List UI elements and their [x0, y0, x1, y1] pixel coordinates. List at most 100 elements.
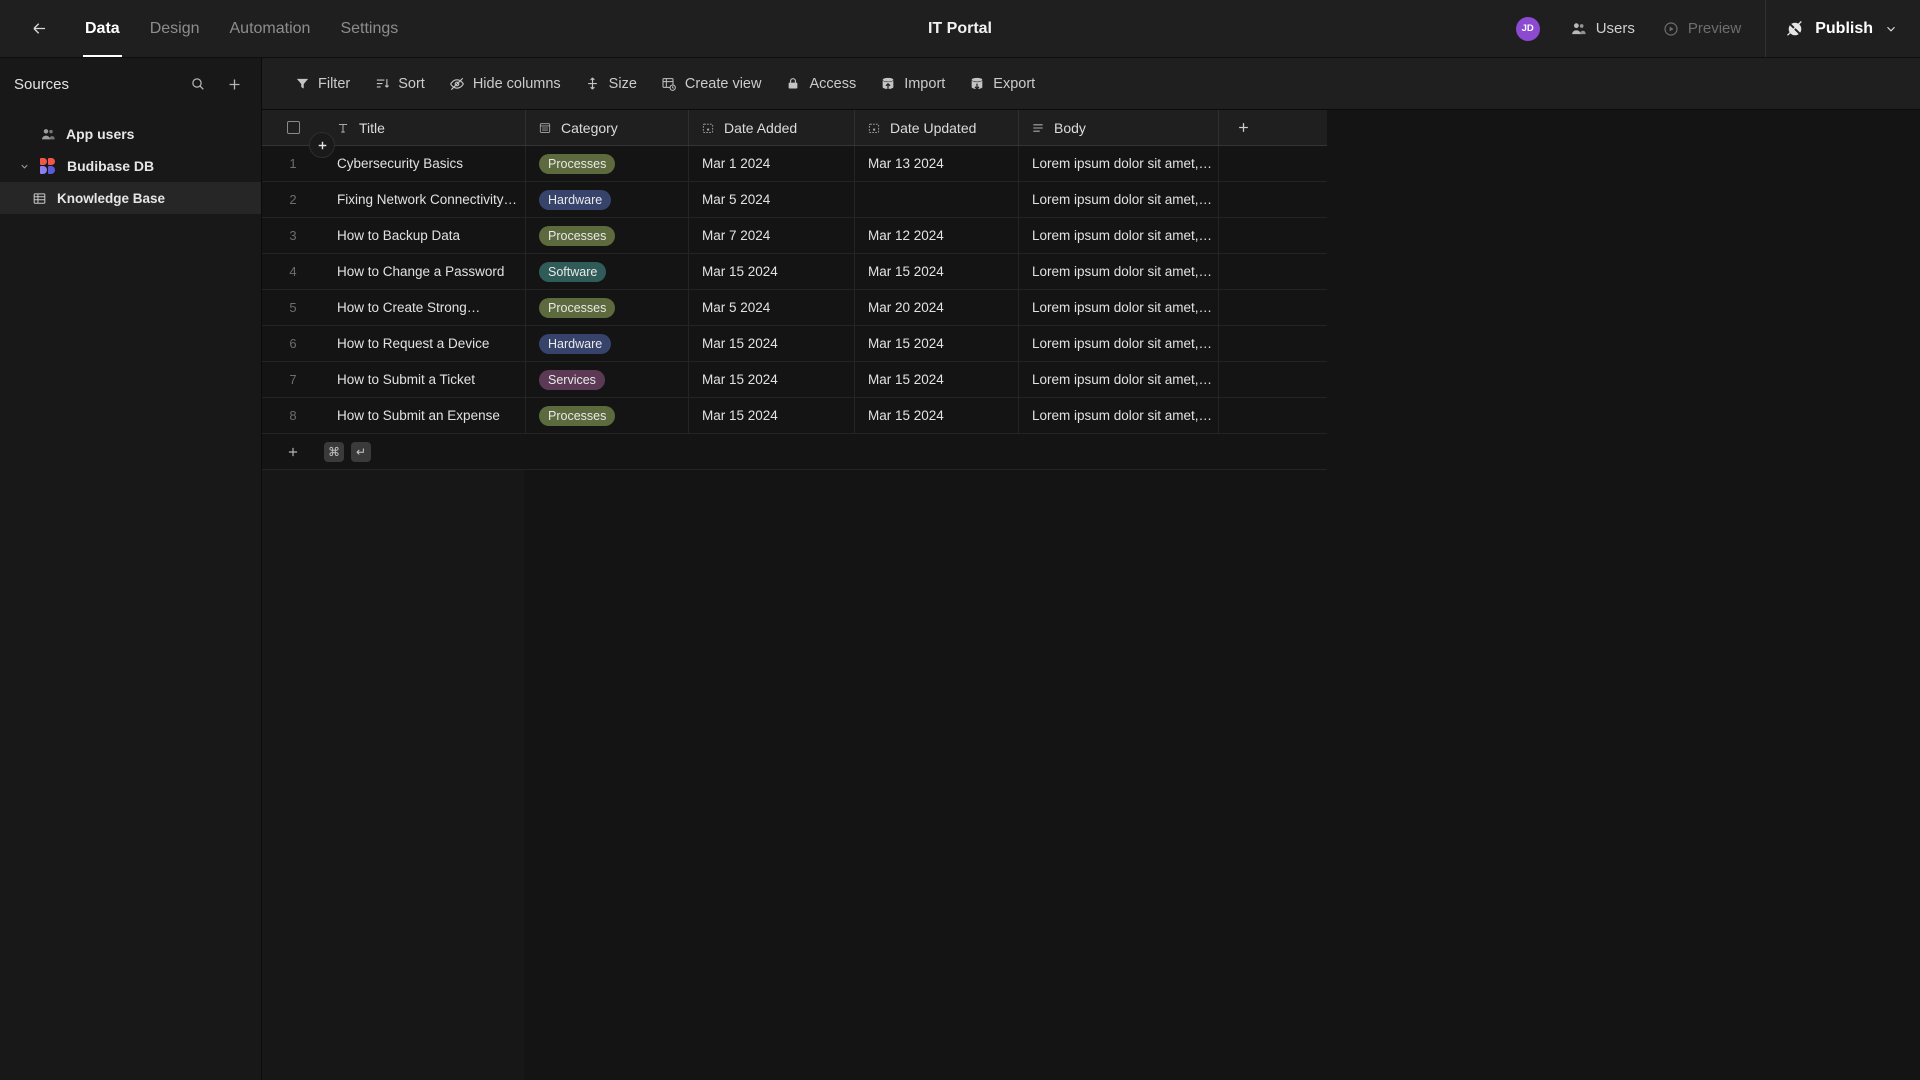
sidebar-item-budibase-db[interactable]: Budibase DB — [0, 150, 261, 182]
column-header-title[interactable]: Title — [324, 110, 526, 145]
column-header-category[interactable]: Category — [526, 110, 689, 145]
cell-title[interactable]: Fixing Network Connectivity… — [324, 182, 526, 217]
cell-date-updated[interactable]: Mar 12 2024 — [855, 218, 1019, 253]
cell-date-updated[interactable]: Mar 15 2024 — [855, 254, 1019, 289]
chevron-down-icon[interactable] — [18, 161, 30, 172]
cell-title[interactable]: How to Create Strong… — [324, 290, 526, 325]
row-number-text: 6 — [289, 336, 296, 351]
cell-category[interactable]: Hardware — [526, 182, 689, 217]
users-label: Users — [1596, 20, 1635, 37]
cell-date-added[interactable]: Mar 5 2024 — [689, 182, 855, 217]
cell-date-added[interactable]: Mar 15 2024 — [689, 254, 855, 289]
cell-title[interactable]: Cybersecurity Basics — [324, 146, 526, 181]
search-icon — [190, 76, 206, 92]
table-row[interactable]: 3 How to Backup Data Processes Mar 7 2024Ma… — [262, 218, 1327, 254]
cell-body[interactable]: Lorem ipsum dolor sit amet,… — [1019, 326, 1219, 361]
cell-body[interactable]: Lorem ipsum dolor sit amet,… — [1019, 182, 1219, 217]
cell-category[interactable]: Processes — [526, 398, 689, 433]
cell-category[interactable]: Processes — [526, 146, 689, 181]
hide-columns-button[interactable]: Hide columns — [437, 70, 573, 98]
export-label: Export — [993, 76, 1035, 92]
cell-category[interactable]: Software — [526, 254, 689, 289]
cell-category[interactable]: Hardware — [526, 326, 689, 361]
cell-category[interactable]: Processes — [526, 290, 689, 325]
add-row-button[interactable] — [262, 445, 324, 459]
filter-button[interactable]: Filter — [282, 70, 362, 98]
table-row[interactable]: 2Fixing Network Connectivity…HardwareMar… — [262, 182, 1327, 218]
search-button[interactable] — [189, 75, 207, 93]
table-row[interactable]: 7How to Submit a TicketServicesMar 15 20… — [262, 362, 1327, 398]
plus-icon — [226, 76, 243, 93]
nav-tabs: Data Design Automation Settings — [70, 0, 413, 57]
add-source-button[interactable] — [225, 75, 243, 93]
cell-body[interactable]: Lorem ipsum dolor sit amet,… — [1019, 398, 1219, 433]
table-row[interactable]: 6 How to Request a Device Hardware Mar 15 2… — [262, 326, 1327, 362]
cell-body[interactable]: Lorem ipsum dolor sit amet,… — [1019, 218, 1219, 253]
tab-settings[interactable]: Settings — [325, 0, 413, 57]
add-row-floating-button[interactable] — [309, 132, 335, 158]
table-row[interactable]: 5How to Create Strong…ProcessesMar 5 202… — [262, 290, 1327, 326]
create-view-button[interactable]: Create view — [649, 70, 774, 98]
column-header-date-added[interactable]: Date Added — [689, 110, 855, 145]
cell-title[interactable]: How to Submit a Ticket — [324, 362, 526, 397]
budibase-logo-icon — [40, 158, 57, 175]
category-badge: Processes — [539, 226, 615, 246]
cell-date-updated[interactable]: Mar 13 2024 — [855, 146, 1019, 181]
cell-date-added[interactable]: Mar 15 2024 — [689, 326, 855, 361]
cell-title[interactable]: How to Request a Device — [324, 326, 526, 361]
column-header-body[interactable]: Body — [1019, 110, 1219, 145]
cell-body[interactable]: Lorem ipsum dolor sit amet,… — [1019, 290, 1219, 325]
cell-date-added-text: Mar 15 2024 — [702, 372, 778, 387]
chevron-down-icon — [1884, 22, 1898, 36]
cell-date-added[interactable]: Mar 15 2024 — [689, 398, 855, 433]
cell-title[interactable]: How to Change a Password — [324, 254, 526, 289]
select-all-checkbox[interactable] — [287, 121, 300, 134]
table-row[interactable]: 1Cybersecurity BasicsProcessesMar 1 2024… — [262, 146, 1327, 182]
export-button[interactable]: Export — [957, 70, 1047, 98]
cell-date-added[interactable]: Mar 7 2024 — [689, 218, 855, 253]
cell-date-added[interactable]: Mar 1 2024 — [689, 146, 855, 181]
cell-body-text: Lorem ipsum dolor sit amet,… — [1032, 264, 1212, 279]
cell-date-updated[interactable]: Mar 20 2024 — [855, 290, 1019, 325]
cell-date-added[interactable]: Mar 5 2024 — [689, 290, 855, 325]
row-number-text: 3 — [289, 228, 296, 243]
add-row-row[interactable]: ⌘ ↵ — [262, 434, 1327, 470]
size-button[interactable]: Size — [573, 70, 649, 98]
publish-button[interactable]: Publish — [1765, 0, 1920, 57]
category-badge: Hardware — [539, 334, 611, 354]
sort-button[interactable]: Sort — [362, 70, 437, 98]
access-button[interactable]: Access — [773, 70, 868, 98]
add-column-button[interactable] — [1219, 110, 1267, 145]
cell-date-updated-text: Mar 15 2024 — [868, 336, 944, 351]
filter-label: Filter — [318, 76, 350, 92]
cell-body[interactable]: Lorem ipsum dolor sit amet,… — [1019, 254, 1219, 289]
cell-body[interactable]: Lorem ipsum dolor sit amet,… — [1019, 146, 1219, 181]
cell-date-updated[interactable]: Mar 15 2024 — [855, 398, 1019, 433]
sidebar-item-knowledge-base[interactable]: Knowledge Base — [0, 182, 261, 214]
cell-date-added[interactable]: Mar 15 2024 — [689, 362, 855, 397]
tab-automation[interactable]: Automation — [215, 0, 326, 57]
cell-category[interactable]: Services — [526, 362, 689, 397]
table-row[interactable]: 8How to Submit an ExpenseProcessesMar 15… — [262, 398, 1327, 434]
column-header-date-updated[interactable]: Date Updated — [855, 110, 1019, 145]
sidebar-title: Sources — [14, 76, 69, 93]
cell-title-text: Cybersecurity Basics — [337, 156, 463, 171]
sidebar-item-app-users[interactable]: App users — [0, 118, 261, 150]
import-button[interactable]: Import — [868, 70, 957, 98]
cell-category[interactable]: Processes — [526, 218, 689, 253]
cell-body[interactable]: Lorem ipsum dolor sit amet,… — [1019, 362, 1219, 397]
cell-title[interactable]: How to Submit an Expense — [324, 398, 526, 433]
tab-data[interactable]: Data — [70, 0, 135, 57]
options-type-icon — [538, 121, 552, 135]
avatar[interactable]: JD — [1516, 17, 1540, 41]
cell-date-updated[interactable] — [855, 182, 1019, 217]
back-button[interactable] — [22, 12, 56, 46]
cell-date-updated[interactable]: Mar 15 2024 — [855, 362, 1019, 397]
users-button[interactable]: Users — [1556, 0, 1649, 57]
sort-label: Sort — [398, 76, 425, 92]
table-row[interactable]: 4How to Change a PasswordSoftwareMar 15 … — [262, 254, 1327, 290]
tab-design[interactable]: Design — [135, 0, 215, 57]
preview-button[interactable]: Preview — [1649, 0, 1755, 57]
cell-title[interactable]: How to Backup Data — [324, 218, 526, 253]
cell-date-updated[interactable]: Mar 15 2024 — [855, 326, 1019, 361]
